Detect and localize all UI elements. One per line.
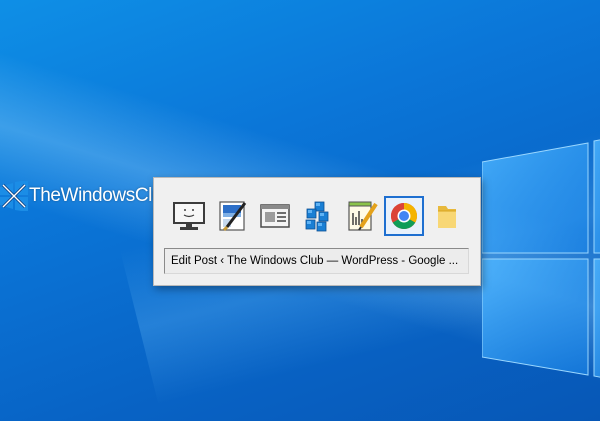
watermark: TheWindowsClub	[0, 179, 173, 213]
window-title-display: Edit Post ‹ The Windows Club — WordPress…	[164, 248, 469, 274]
paint-editor-icon	[219, 201, 247, 232]
notepad-plus-plus-icon	[348, 201, 378, 231]
windows-club-logo-icon	[0, 181, 28, 211]
switcher-item-document-window[interactable]	[255, 196, 295, 236]
windows-logo-icon	[482, 139, 600, 378]
task-switcher: Edit Post ‹ The Windows Club — WordPress…	[153, 177, 481, 286]
registry-editor-icon	[305, 201, 329, 232]
switcher-item-monitor[interactable]	[169, 196, 209, 236]
chrome-icon	[390, 203, 418, 230]
switcher-item-chrome[interactable]	[384, 196, 424, 236]
watermark-text: TheWindowsClub	[29, 185, 173, 206]
monitor-icon	[173, 202, 205, 230]
switcher-item-registry-editor[interactable]	[298, 196, 338, 236]
switcher-item-paint-editor[interactable]	[212, 196, 252, 236]
switcher-item-folder[interactable]	[427, 196, 467, 236]
document-window-icon	[260, 204, 290, 228]
folder-icon	[438, 206, 456, 228]
switcher-item-notepad-plus-plus[interactable]	[341, 196, 381, 236]
